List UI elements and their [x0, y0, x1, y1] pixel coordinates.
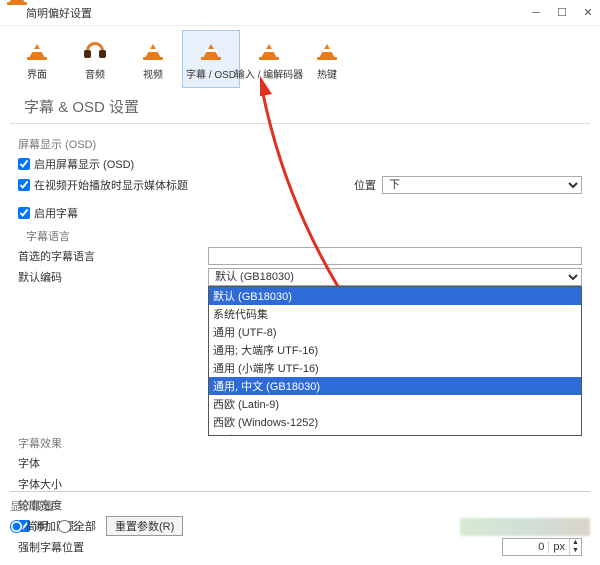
encoding-option[interactable]: 通用 (UTF-8) — [209, 323, 581, 341]
encoding-option[interactable]: 通用, 中文 (GB18030) — [209, 377, 581, 395]
encoding-option[interactable]: 西欧 (Latin-9) — [209, 395, 581, 413]
force-position-label: 强制字幕位置 — [18, 539, 208, 555]
tab-hotkeys[interactable]: 热键 — [298, 30, 356, 88]
default-encoding-label: 默认编码 — [18, 269, 208, 285]
force-position-spinner[interactable]: 0 px ▲▼ — [502, 538, 582, 556]
encoding-option[interactable]: 西欧 (Windows-1252) — [209, 413, 581, 431]
tab-audio[interactable]: 音频 — [66, 30, 124, 88]
window-title: 简明偏好设置 — [26, 5, 530, 21]
subtitle-lang-label: 字幕语言 — [26, 228, 582, 244]
category-toolbar: 界面 音频 视频 字幕 / OSD 输入 / 编解码器 热键 — [0, 26, 600, 88]
blurred-region — [460, 518, 590, 536]
minimize-button[interactable]: ─ — [530, 7, 542, 19]
encoding-option[interactable]: 默认 (GB18030) — [209, 287, 581, 305]
font-size-label: 字体大小 — [18, 476, 208, 492]
tab-input-codecs[interactable]: 输入 / 编解码器 — [240, 30, 298, 88]
encoding-option[interactable]: 系统代码集 — [209, 305, 581, 323]
enable-osd-checkbox[interactable]: 启用屏幕显示 (OSD) — [18, 156, 208, 172]
show-media-title-checkbox[interactable]: 在视频开始播放时显示媒体标题 — [18, 177, 208, 193]
encoding-option[interactable]: 通用; 大端序 UTF-16) — [209, 341, 581, 359]
titlebar: 简明偏好设置 ─ ☐ ✕ — [0, 0, 600, 26]
font-label: 字体 — [18, 455, 208, 471]
spinner-up-icon[interactable]: ▲ — [570, 539, 581, 547]
effects-group-title: 字幕效果 — [18, 435, 582, 451]
simple-mode-radio[interactable]: 简明 — [10, 518, 48, 534]
encoding-option[interactable]: 西欧 (IBM 00850) — [209, 431, 581, 436]
default-encoding-select[interactable]: 默认 (GB18030) 默认 (GB18030)系统代码集通用 (UTF-8)… — [208, 268, 582, 286]
tab-video[interactable]: 视频 — [124, 30, 182, 88]
encoding-dropdown-list[interactable]: 默认 (GB18030)系统代码集通用 (UTF-8)通用; 大端序 UTF-1… — [208, 286, 582, 436]
preferred-lang-input[interactable] — [208, 247, 582, 265]
preferred-lang-label: 首选的字幕语言 — [18, 248, 208, 264]
app-icon — [6, 6, 20, 20]
osd-position-select[interactable]: 下 — [382, 176, 582, 194]
tab-subtitles-osd[interactable]: 字幕 / OSD — [182, 30, 240, 88]
maximize-button[interactable]: ☐ — [556, 7, 568, 19]
display-settings-label: 显示设置 — [10, 498, 590, 514]
encoding-option[interactable]: 通用 (小端序 UTF-16) — [209, 359, 581, 377]
enable-subtitles-checkbox[interactable]: 启用字幕 — [18, 205, 208, 221]
close-button[interactable]: ✕ — [582, 7, 594, 19]
window-controls: ─ ☐ ✕ — [530, 7, 594, 19]
tab-interface[interactable]: 界面 — [8, 30, 66, 88]
page-heading: 字幕 & OSD 设置 — [10, 90, 590, 124]
osd-group-title: 屏幕显示 (OSD) — [18, 136, 582, 152]
spinner-down-icon[interactable]: ▼ — [570, 547, 581, 555]
reset-button[interactable]: 重置参数(R) — [106, 516, 183, 536]
osd-position-label: 位置 — [354, 177, 376, 193]
full-mode-radio[interactable]: 全部 — [58, 518, 96, 534]
